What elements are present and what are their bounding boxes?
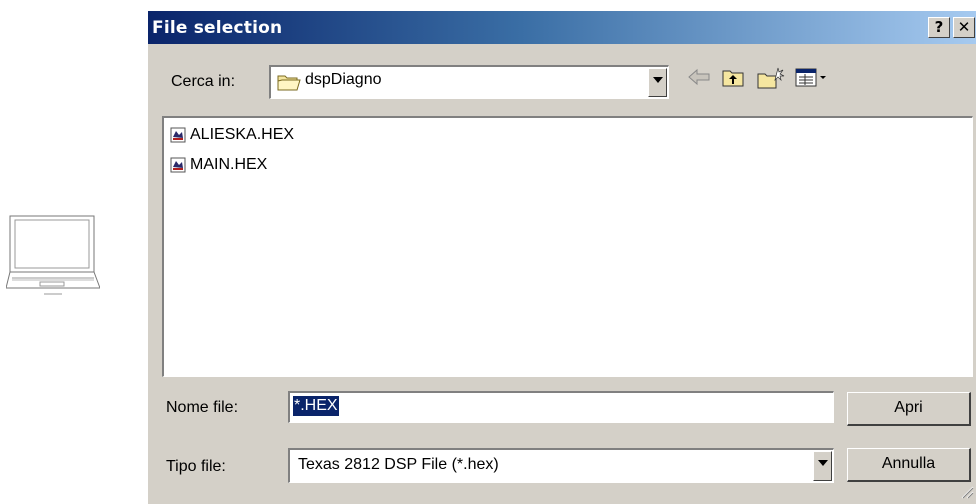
filename-value: *.HEX [293,396,339,416]
hex-file-icon [170,157,186,176]
file-selection-dialog: File selection ? ✕ Cerca in: dspDiagno A… [147,10,976,504]
filetype-label: Tipo file: [166,458,226,475]
open-button[interactable]: Apri [847,392,971,426]
filename-field[interactable]: *.HEX [288,391,834,423]
close-button[interactable]: ✕ [953,17,975,38]
folder-icon [277,72,301,95]
look-in-folder: dspDiagno [305,71,382,88]
new-folder-icon[interactable] [756,66,786,93]
file-name: MAIN.HEX [190,156,268,173]
look-in-label: Cerca in: [171,73,236,90]
up-folder-icon[interactable] [721,66,747,91]
look-in-drop-button[interactable] [648,68,667,97]
filename-label: Nome file: [166,399,239,416]
dialog-title: File selection [152,18,283,38]
view-menu-icon[interactable] [794,66,830,91]
cancel-button[interactable]: Annulla [847,448,971,482]
laptop-icon[interactable] [5,214,101,300]
filetype-value: Texas 2812 DSP File (*.hex) [298,456,499,473]
help-button[interactable]: ? [928,17,950,38]
file-name: ALIESKA.HEX [190,126,295,143]
filetype-dropdown[interactable]: Texas 2812 DSP File (*.hex) [288,448,834,483]
file-list[interactable]: ALIESKA.HEX MAIN.HEX [162,116,973,377]
back-arrow-icon[interactable] [687,66,711,91]
title-bar[interactable]: File selection ? ✕ [148,11,976,44]
look-in-dropdown[interactable]: dspDiagno [269,65,669,99]
hex-file-icon [170,127,186,146]
filetype-drop-button[interactable] [813,451,832,481]
resize-grip-icon[interactable] [960,485,974,502]
